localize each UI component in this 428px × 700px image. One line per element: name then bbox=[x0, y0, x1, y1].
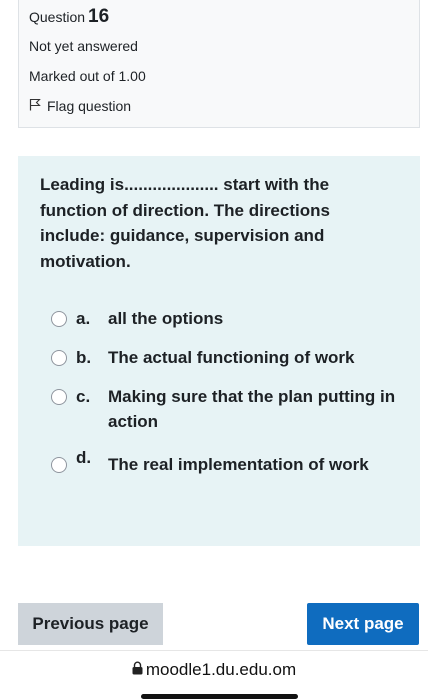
answer-option-b[interactable]: b. The actual functioning of work bbox=[51, 345, 400, 370]
radio-button[interactable] bbox=[51, 457, 67, 473]
option-text: Making sure that the plan putting in act… bbox=[108, 387, 396, 431]
flag-question-link[interactable]: Flag question bbox=[29, 98, 131, 114]
flag-icon bbox=[29, 98, 47, 114]
radio-button[interactable] bbox=[51, 350, 67, 366]
radio-button[interactable] bbox=[51, 311, 67, 327]
browser-address-bar[interactable]: moodle1.du.edu.om bbox=[0, 650, 428, 700]
option-letter: b. bbox=[76, 348, 92, 367]
answer-option-c[interactable]: c. Making sure that the plan putting in … bbox=[51, 384, 400, 434]
question-number-value: 16 bbox=[88, 6, 110, 27]
option-text: The real implementation of work bbox=[108, 455, 369, 474]
answer-option-d[interactable]: d. The real implementation of work bbox=[51, 448, 400, 477]
option-letter: c. bbox=[76, 387, 91, 406]
radio-button[interactable] bbox=[51, 389, 67, 405]
url-display[interactable]: moodle1.du.edu.om bbox=[0, 660, 428, 680]
previous-page-button[interactable]: Previous page bbox=[18, 603, 163, 645]
question-state: Not yet answered bbox=[29, 38, 138, 54]
option-text: all the options bbox=[108, 309, 224, 328]
url-text: moodle1.du.edu.om bbox=[145, 660, 297, 679]
option-letter: a. bbox=[76, 309, 91, 328]
question-number: Question 16 bbox=[29, 6, 109, 28]
question-info-panel: Question 16 Not yet answered Marked out o… bbox=[18, 0, 420, 128]
question-content: Leading is.................... start wit… bbox=[18, 156, 420, 546]
next-page-button[interactable]: Next page bbox=[307, 603, 419, 645]
flag-question-label: Flag question bbox=[47, 98, 132, 114]
question-grade: Marked out of 1.00 bbox=[29, 68, 146, 84]
question-text: Leading is.................... start wit… bbox=[40, 175, 330, 271]
option-letter: d. bbox=[76, 448, 92, 467]
question-label: Question bbox=[29, 9, 86, 25]
answer-option-a[interactable]: a. all the options bbox=[51, 306, 400, 331]
option-text: The actual functioning of work bbox=[108, 348, 355, 367]
lock-icon bbox=[132, 660, 146, 680]
home-indicator[interactable] bbox=[141, 694, 298, 699]
